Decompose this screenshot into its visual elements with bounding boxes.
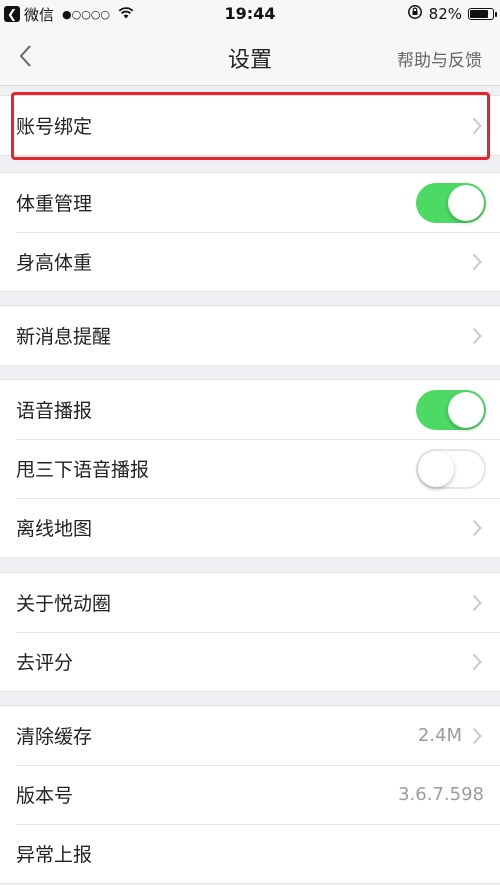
row-clear-cache[interactable]: 清除缓存 2.4M [0, 706, 500, 765]
row-version: 版本号 3.6.7.598 [0, 765, 500, 824]
status-bar: ❮ 微信 ●○○○○ 19:44 82% [0, 0, 500, 28]
body-group: 体重管理 身高体重 [0, 172, 500, 292]
about-group: 关于悦动圈 去评分 [0, 572, 500, 692]
help-feedback-link[interactable]: 帮助与反馈 [397, 46, 482, 71]
navigation-bar: 设置 帮助与反馈 [0, 28, 500, 86]
row-label: 账号绑定 [16, 116, 93, 138]
row-label: 版本号 [16, 785, 74, 807]
row-label: 异常上报 [16, 844, 93, 866]
battery-icon [468, 8, 497, 20]
voice-broadcast-toggle[interactable] [416, 389, 486, 430]
cache-size: 2.4M [417, 725, 462, 746]
orientation-lock-icon [407, 4, 423, 24]
row-label: 语音播报 [16, 400, 93, 422]
row-label: 新消息提醒 [16, 326, 112, 348]
chevron-right-icon [470, 652, 484, 672]
row-shake-voice-broadcast: 甩三下语音播报 [0, 439, 500, 498]
chevron-right-icon [470, 518, 484, 538]
row-label: 甩三下语音播报 [16, 459, 150, 481]
row-new-message-alert[interactable]: 新消息提醒 [0, 306, 500, 365]
battery-percent: 82% [428, 5, 462, 23]
account-group: 账号绑定 [0, 95, 500, 156]
row-label: 体重管理 [16, 193, 93, 215]
row-weight-management: 体重管理 [0, 173, 500, 232]
weight-management-toggle[interactable] [416, 182, 486, 223]
row-label: 清除缓存 [16, 726, 93, 748]
row-label: 关于悦动圈 [16, 593, 112, 615]
chevron-right-icon [470, 326, 484, 346]
row-offline-map[interactable]: 离线地图 [0, 498, 500, 557]
row-rate[interactable]: 去评分 [0, 632, 500, 691]
chevron-right-icon [470, 593, 484, 613]
notification-group: 新消息提醒 [0, 305, 500, 366]
row-account-binding[interactable]: 账号绑定 [0, 96, 500, 155]
shake-voice-broadcast-toggle[interactable] [416, 448, 486, 489]
row-height-weight[interactable]: 身高体重 [0, 232, 500, 291]
row-crash-report[interactable]: 异常上报 [0, 824, 500, 883]
chevron-right-icon [470, 116, 484, 136]
row-voice-broadcast: 语音播报 [0, 380, 500, 439]
version-number: 3.6.7.598 [398, 784, 484, 805]
row-label: 去评分 [16, 652, 74, 674]
row-label: 身高体重 [16, 252, 93, 274]
row-label: 离线地图 [16, 518, 93, 540]
chevron-right-icon [470, 252, 484, 272]
chevron-right-icon [470, 726, 484, 746]
system-group: 清除缓存 2.4M 版本号 3.6.7.598 异常上报 [0, 705, 500, 884]
row-about[interactable]: 关于悦动圈 [0, 573, 500, 632]
voice-group: 语音播报 甩三下语音播报 离线地图 [0, 379, 500, 558]
